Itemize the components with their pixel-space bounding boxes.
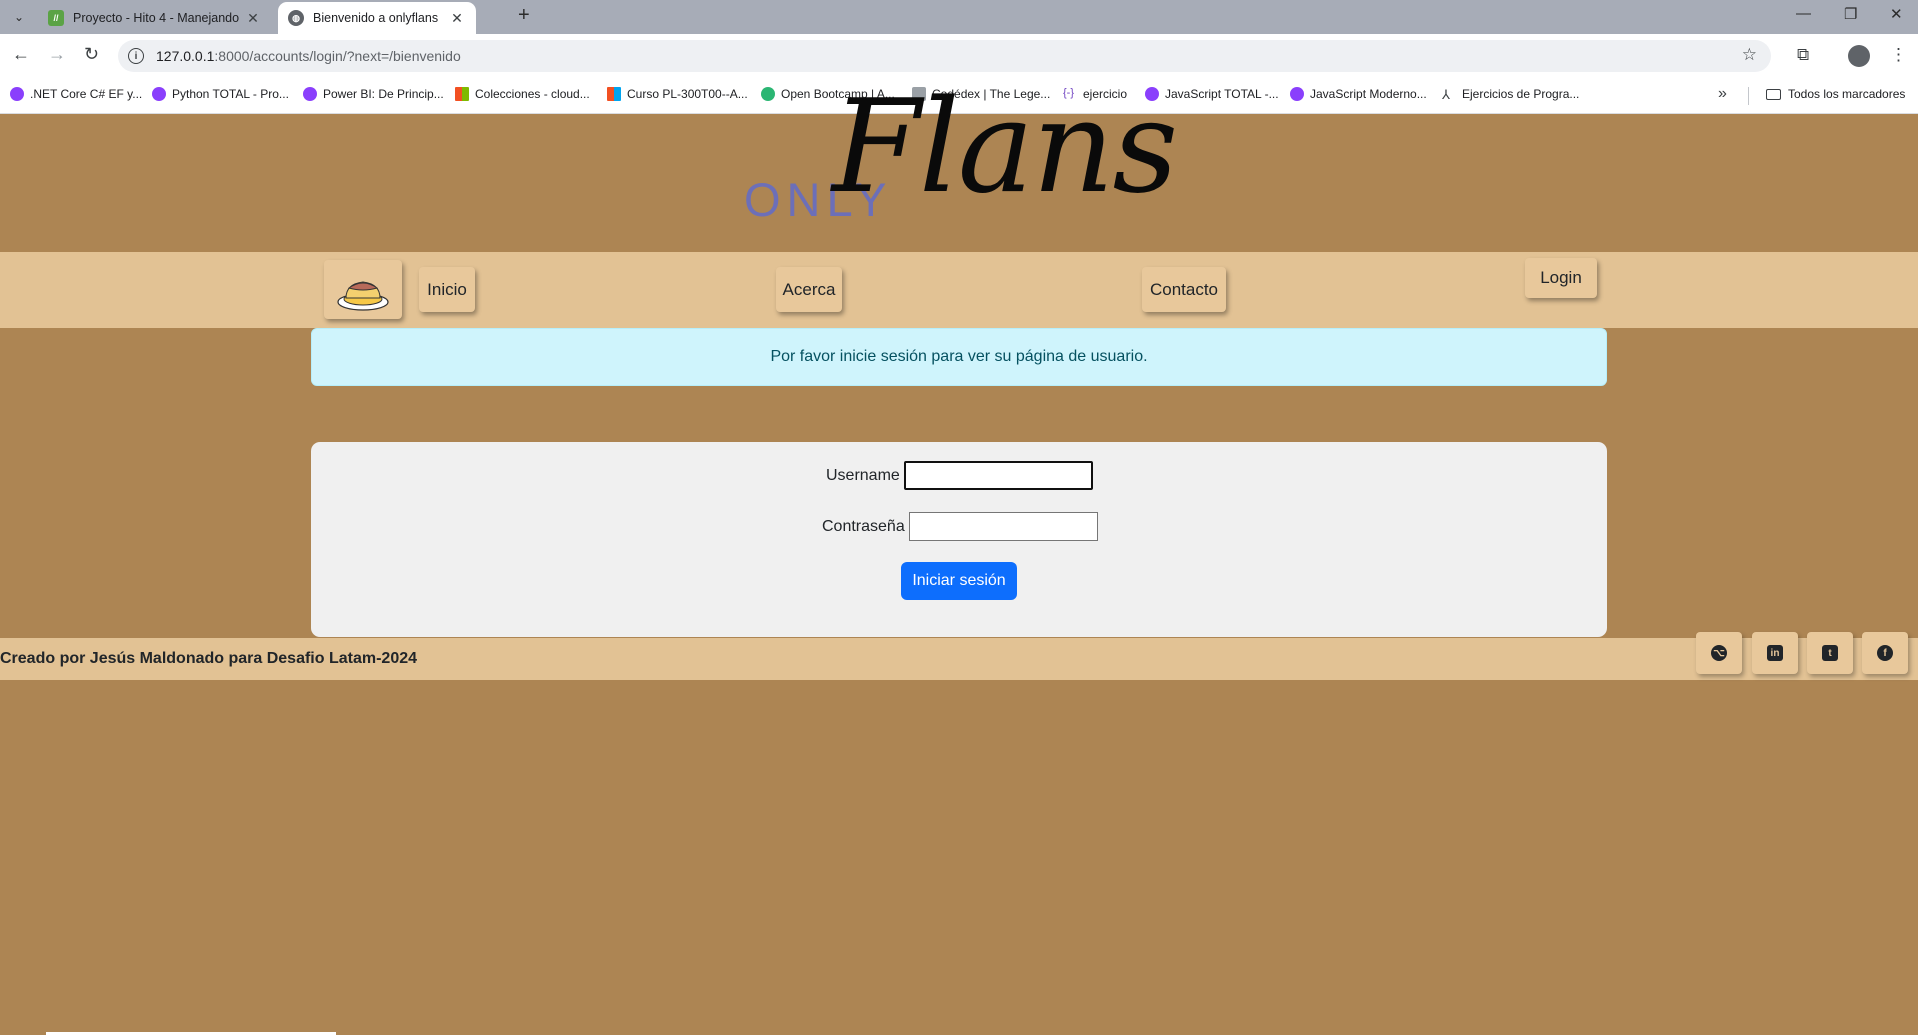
lambda-icon: ⅄ <box>1442 87 1450 102</box>
twitter-icon: t <box>1822 645 1838 661</box>
bookmark-favicon-icon <box>303 87 317 101</box>
login-required-alert: Por favor inicie sesión para ver su pági… <box>311 328 1607 386</box>
windows-logo-icon <box>455 87 469 101</box>
forward-arrow-icon[interactable]: → <box>48 44 66 65</box>
bookmark-favicon-icon <box>152 87 166 101</box>
bookmark-item[interactable]: JavaScript Moderno... <box>1290 87 1427 101</box>
password-label: Contraseña <box>822 517 905 535</box>
username-row: Username <box>826 461 1093 490</box>
globe-icon: ◍ <box>288 10 304 26</box>
folder-icon <box>1766 88 1781 100</box>
bookmark-favicon-icon <box>10 87 24 101</box>
bookmark-item[interactable]: Curso PL-300T00--A... <box>607 87 748 101</box>
windows-logo-icon <box>607 87 621 101</box>
page-body: ONLY Flans Inicio Acerca Contacto Login … <box>0 84 1918 1035</box>
logo-flans-text: Flans <box>832 73 1178 222</box>
bookmark-favicon-icon <box>1290 87 1304 101</box>
site-navbar: Inicio Acerca Contacto Login <box>0 252 1918 328</box>
twitter-button[interactable]: t <box>1807 632 1853 674</box>
footer-credit: Creado por Jesús Maldonado para Desafio … <box>0 650 418 667</box>
username-input[interactable] <box>903 461 1093 490</box>
new-tab-plus-icon[interactable]: + <box>518 4 530 27</box>
back-arrow-icon[interactable]: ← <box>12 44 30 65</box>
facebook-button[interactable]: f <box>1862 632 1908 674</box>
profile-avatar-icon[interactable] <box>1848 45 1870 67</box>
bookmark-star-icon[interactable]: ☆ <box>1742 45 1757 65</box>
tab-title: Proyecto - Hito 4 - Manejando <box>73 11 240 25</box>
nav-contacto[interactable]: Contacto <box>1142 267 1226 312</box>
github-button[interactable]: ⌥ <box>1696 632 1742 674</box>
tab-proyecto-hito[interactable]: // Proyecto - Hito 4 - Manejando ✕ <box>38 2 272 34</box>
username-label: Username <box>826 466 900 484</box>
nav-login[interactable]: Login <box>1525 258 1597 298</box>
password-input[interactable] <box>908 512 1098 541</box>
all-bookmarks-folder[interactable]: Todos los marcadores <box>1766 87 1905 101</box>
linkedin-button[interactable]: in <box>1752 632 1798 674</box>
address-url: 127.0.0.1:8000/accounts/login/?next=/bie… <box>156 48 461 64</box>
bookmark-item[interactable]: Colecciones - cloud... <box>455 87 590 101</box>
site-info-icon[interactable]: i <box>128 48 144 64</box>
tab-favicon-icon: // <box>48 10 64 26</box>
tab-strip: ⌄ // Proyecto - Hito 4 - Manejando ✕ ◍ B… <box>0 0 1918 34</box>
bookmark-item[interactable]: Python TOTAL - Pro... <box>152 87 289 101</box>
minimize-icon[interactable]: — <box>1796 5 1811 22</box>
window-close-icon[interactable]: ✕ <box>1890 5 1903 23</box>
nav-acerca[interactable]: Acerca <box>776 267 842 312</box>
site-logo: ONLY Flans <box>742 84 1182 244</box>
restore-icon[interactable]: ❐ <box>1844 5 1857 23</box>
flan-icon <box>337 280 389 311</box>
extensions-puzzle-icon[interactable]: ⧉ <box>1797 45 1809 65</box>
tab-close-icon[interactable]: ✕ <box>244 10 262 27</box>
password-row: Contraseña <box>822 512 1098 541</box>
browser-menu-icon[interactable]: ⋮ <box>1890 45 1907 65</box>
login-submit-button[interactable]: Iniciar sesión <box>901 562 1017 600</box>
site-footer: Creado por Jesús Maldonado para Desafio … <box>0 632 1918 680</box>
linkedin-icon: in <box>1767 645 1783 661</box>
nav-inicio[interactable]: Inicio <box>419 267 475 312</box>
more-bookmarks-chevron-icon[interactable]: » <box>1718 85 1727 103</box>
bookmark-item[interactable]: Power BI: De Princip... <box>303 87 444 101</box>
bookmark-favicon-icon <box>761 87 775 101</box>
bookmarks-divider <box>1748 87 1749 105</box>
reload-icon[interactable]: ↻ <box>84 44 99 65</box>
address-bar[interactable]: i 127.0.0.1:8000/accounts/login/?next=/b… <box>118 40 1771 72</box>
tab-close-icon[interactable]: ✕ <box>448 10 466 27</box>
bookmark-item[interactable]: .NET Core C# EF y... <box>10 87 142 101</box>
tab-onlyflans[interactable]: ◍ Bienvenido a onlyflans ✕ <box>278 2 476 34</box>
facebook-icon: f <box>1877 645 1893 661</box>
browser-toolbar: ← → ↻ i 127.0.0.1:8000/accounts/login/?n… <box>0 34 1918 78</box>
flan-home-button[interactable] <box>324 260 402 319</box>
tab-search-chevron-icon[interactable]: ⌄ <box>6 4 32 30</box>
tab-title: Bienvenido a onlyflans <box>313 11 439 25</box>
bookmark-item[interactable]: ⅄ Ejercicios de Progra... <box>1442 87 1579 102</box>
login-form: Username Contraseña Iniciar sesión <box>311 442 1607 637</box>
github-icon: ⌥ <box>1711 645 1727 661</box>
